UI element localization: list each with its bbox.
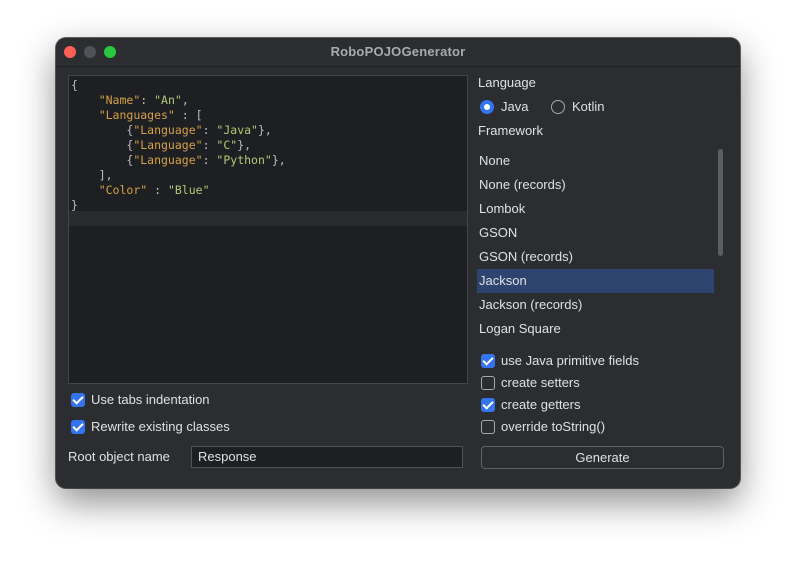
framework-item[interactable]: None bbox=[477, 149, 714, 173]
kotlin-radio[interactable] bbox=[551, 100, 565, 114]
json-string-token: "Blue" bbox=[167, 183, 210, 197]
create-setters-checkbox[interactable] bbox=[481, 376, 495, 390]
json-punctuation-token bbox=[71, 108, 99, 122]
json-string-token: "C" bbox=[216, 138, 238, 152]
json-key-token: "Color" bbox=[98, 183, 148, 197]
root-object-label: Root object name bbox=[68, 449, 170, 464]
framework-list[interactable]: None None (records) Lombok GSON GSON (re… bbox=[477, 149, 714, 341]
root-object-input[interactable]: Response bbox=[191, 446, 463, 468]
json-punctuation-token: }, bbox=[257, 123, 272, 137]
create-getters-checkbox[interactable] bbox=[481, 398, 495, 412]
primitive-fields-checkbox[interactable] bbox=[481, 354, 495, 368]
framework-item[interactable]: None (records) bbox=[477, 173, 714, 197]
json-punctuation-token: : bbox=[147, 183, 168, 197]
json-key-token: "Name" bbox=[98, 93, 141, 107]
json-punctuation-token: { bbox=[71, 78, 78, 92]
framework-item[interactable]: Jackson (records) bbox=[477, 293, 714, 317]
json-punctuation-token: { bbox=[71, 123, 134, 137]
create-setters-label[interactable]: create setters bbox=[501, 375, 580, 391]
json-punctuation-token: { bbox=[71, 138, 134, 152]
json-punctuation-token: }, bbox=[271, 153, 286, 167]
json-string-token: "Java" bbox=[216, 123, 258, 137]
json-punctuation-token: : bbox=[202, 138, 217, 152]
framework-item[interactable]: GSON bbox=[477, 221, 714, 245]
java-radio[interactable] bbox=[480, 100, 494, 114]
json-punctuation-token: ], bbox=[71, 168, 113, 182]
json-punctuation-token: : [ bbox=[174, 108, 203, 122]
framework-item[interactable]: Jackson bbox=[477, 269, 714, 293]
rewrite-classes-label[interactable]: Rewrite existing classes bbox=[91, 419, 230, 435]
json-punctuation-token: , bbox=[181, 93, 189, 107]
json-punctuation-token: }, bbox=[237, 138, 252, 152]
json-punctuation-token: : bbox=[202, 123, 217, 137]
framework-label: Framework bbox=[478, 123, 544, 138]
window-title: RoboPOJOGenerator bbox=[330, 44, 466, 59]
rewrite-classes-checkbox[interactable] bbox=[71, 420, 85, 434]
use-tabs-label[interactable]: Use tabs indentation bbox=[91, 392, 210, 408]
kotlin-radio-label[interactable]: Kotlin bbox=[572, 99, 605, 115]
framework-item[interactable]: Lombok bbox=[477, 197, 714, 221]
override-tostring-checkbox[interactable] bbox=[481, 420, 495, 434]
json-string-token: "An" bbox=[154, 93, 182, 107]
json-punctuation-token bbox=[71, 183, 99, 197]
generate-button[interactable]: Generate bbox=[481, 446, 724, 469]
json-key-token: "Language" bbox=[133, 138, 203, 152]
json-key-token: "Languages" bbox=[98, 108, 175, 122]
framework-item[interactable]: GSON (records) bbox=[477, 245, 714, 269]
use-tabs-checkbox[interactable] bbox=[71, 393, 85, 407]
robopojo-dialog: RoboPOJOGenerator { "Name": "An", "Langu… bbox=[56, 38, 740, 488]
json-punctuation-token: { bbox=[71, 153, 134, 167]
override-tostring-label[interactable]: override toString() bbox=[501, 419, 605, 435]
json-key-token: "Language" bbox=[133, 153, 203, 167]
json-punctuation-token: } bbox=[71, 198, 78, 212]
json-punctuation-token: : bbox=[140, 93, 155, 107]
framework-item[interactable]: Logan Square bbox=[477, 317, 714, 341]
json-punctuation-token bbox=[71, 93, 99, 107]
language-label: Language bbox=[478, 75, 536, 90]
json-punctuation-token: : bbox=[202, 153, 217, 167]
json-editor[interactable]: { "Name": "An", "Languages" : [ {"Langua… bbox=[68, 75, 468, 384]
title-bar: RoboPOJOGenerator bbox=[56, 38, 740, 67]
java-radio-label[interactable]: Java bbox=[501, 99, 528, 115]
current-line-highlight bbox=[69, 211, 467, 226]
json-code[interactable]: { "Name": "An", "Languages" : [ {"Langua… bbox=[71, 78, 286, 213]
primitive-fields-label[interactable]: use Java primitive fields bbox=[501, 353, 639, 369]
framework-list-scrollbar[interactable] bbox=[718, 149, 723, 256]
create-getters-label[interactable]: create getters bbox=[501, 397, 581, 413]
json-string-token: "Python" bbox=[216, 153, 272, 167]
json-key-token: "Language" bbox=[133, 123, 203, 137]
